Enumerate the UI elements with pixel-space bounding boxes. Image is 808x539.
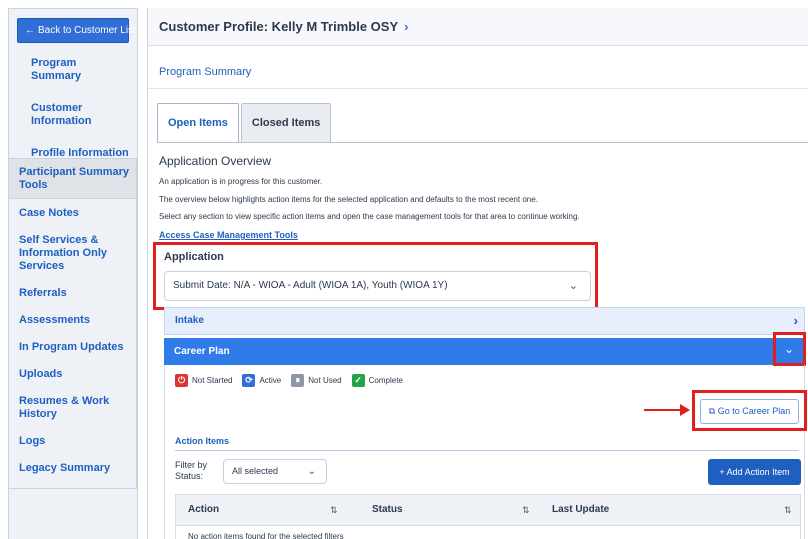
sidebar-item-customer-information[interactable]: Customer Information	[9, 102, 137, 128]
chevron-right-icon: ›	[793, 313, 798, 328]
legend-complete: ✓ Complete	[351, 374, 403, 387]
application-label: Application	[164, 251, 224, 263]
tab-bar: Open Items Closed Items	[157, 103, 332, 142]
overview-text: An application is in progress for this c…	[159, 177, 323, 186]
legend-not-used: ⏸ Not Used	[291, 374, 342, 387]
legend-label: Not Started	[192, 376, 233, 385]
tools-list: Case Notes Self Services & Information O…	[9, 199, 136, 475]
pause-icon: ⏸	[291, 374, 305, 387]
intake-label: Intake	[175, 315, 204, 326]
career-plan-section-header[interactable]: Career Plan	[164, 338, 805, 365]
group-header[interactable]: Participant Summary Tools	[9, 159, 136, 199]
empty-state-row: No action items found for the selected f…	[175, 526, 801, 539]
main-content: Customer Profile: Kelly M Trimble OSY › …	[147, 8, 808, 539]
action-items-table-header: Action ⇅ Status ⇅ Last Update ⇅	[175, 494, 801, 526]
column-header-last-update[interactable]: Last Update	[552, 495, 609, 525]
status-filter-select[interactable]: All selected ⌄	[223, 459, 327, 484]
tab-open-items[interactable]: Open Items	[157, 103, 239, 142]
application-selected-value: Submit Date: N/A - WIOA - Adult (WIOA 1A…	[173, 280, 448, 291]
sidebar-nav: Program Summary Customer Information Pro…	[9, 43, 137, 160]
go-button-label: Go to Career Plan	[717, 406, 791, 416]
access-case-management-tools-link[interactable]: Access Case Management Tools	[159, 230, 298, 240]
overview-text: Select any section to view specific acti…	[159, 212, 580, 221]
external-link-icon: ⧉	[708, 406, 716, 416]
sidebar-item-legacy-summary[interactable]: Legacy Summary	[9, 462, 136, 475]
chevron-down-icon: ⌄	[784, 342, 795, 356]
annotation-arrow	[644, 409, 684, 411]
plus-icon: +	[719, 467, 725, 477]
check-icon: ✓	[351, 374, 365, 387]
arrow-left-icon: ←	[25, 25, 35, 36]
breadcrumb: Program Summary	[159, 66, 252, 78]
sort-icon[interactable]: ⇅	[522, 495, 530, 525]
application-select[interactable]: Submit Date: N/A - WIOA - Adult (WIOA 1A…	[164, 271, 591, 301]
add-button-label: Add Action Item	[726, 467, 790, 477]
filter-value: All selected	[232, 466, 279, 476]
back-to-customer-list-button[interactable]: ← Back to Customer List	[17, 18, 136, 43]
sidebar-item-case-notes[interactable]: Case Notes	[9, 207, 136, 220]
sidebar-item-program-summary[interactable]: Program Summary	[9, 57, 137, 83]
sidebar-item-uploads[interactable]: Uploads	[9, 368, 136, 381]
divider	[148, 88, 808, 89]
action-items-title: Action Items	[175, 436, 230, 446]
career-plan-toggle-highlight[interactable]: ⌄	[773, 332, 806, 366]
career-plan-body: ⏻ Not Started ⟳ Active ⏸ Not Used ✓ Complete…	[164, 365, 807, 539]
chevron-right-icon[interactable]: ›	[404, 19, 408, 34]
legend-label: Complete	[368, 376, 403, 385]
filter-label: Filter by Status:	[175, 460, 208, 481]
annotation-arrow-head	[680, 404, 690, 416]
column-header-status[interactable]: Status	[372, 495, 403, 525]
chevron-down-icon: ⌄	[568, 280, 578, 292]
overview-title: Application Overview	[159, 154, 272, 168]
tab-divider	[157, 142, 808, 143]
sort-icon[interactable]: ⇅	[784, 495, 792, 525]
sidebar-item-resumes-work-history[interactable]: Resumes & Work History	[9, 395, 136, 421]
add-action-item-button[interactable]: + Add Action Item	[708, 459, 801, 485]
legend-active: ⟳ Active	[242, 374, 281, 387]
page-title: Customer Profile: Kelly M Trimble OSY	[159, 19, 399, 34]
chevron-down-icon: ⌄	[307, 466, 316, 477]
status-legend: ⏻ Not Started ⟳ Active ⏸ Not Used ✓ Complete	[175, 374, 413, 387]
career-plan-label: Career Plan	[174, 346, 230, 357]
go-to-career-plan-highlight: ⧉ Go to Career Plan	[692, 390, 807, 431]
sidebar-item-referrals[interactable]: Referrals	[9, 287, 136, 300]
legend-not-started: ⏻ Not Started	[175, 374, 232, 387]
application-highlight: Application Submit Date: N/A - WIOA - Ad…	[153, 242, 598, 310]
column-header-action[interactable]: Action	[188, 495, 219, 525]
action-items-divider	[175, 450, 799, 451]
go-to-career-plan-button[interactable]: ⧉ Go to Career Plan	[700, 399, 799, 424]
sort-icon[interactable]: ⇅	[330, 495, 338, 525]
legend-label: Active	[259, 376, 282, 385]
power-icon: ⏻	[175, 374, 188, 387]
back-button-label: Back to Customer List	[38, 25, 136, 36]
participant-summary-tools-group: Participant Summary Tools Case Notes Sel…	[8, 158, 137, 489]
tab-closed-items[interactable]: Closed Items	[240, 103, 332, 142]
page-header: Customer Profile: Kelly M Trimble OSY ›	[148, 8, 808, 46]
sidebar-item-logs[interactable]: Logs	[9, 435, 136, 448]
legend-label: Not Used	[308, 376, 342, 385]
sidebar-item-in-program-updates[interactable]: In Program Updates	[9, 341, 136, 354]
intake-section-header[interactable]: Intake ›	[164, 307, 805, 335]
refresh-icon: ⟳	[242, 374, 256, 387]
sidebar-item-self-services[interactable]: Self Services & Information Only Service…	[9, 234, 136, 273]
sidebar-item-assessments[interactable]: Assessments	[9, 314, 136, 327]
overview-text: The overview below highlights action ite…	[159, 195, 538, 204]
